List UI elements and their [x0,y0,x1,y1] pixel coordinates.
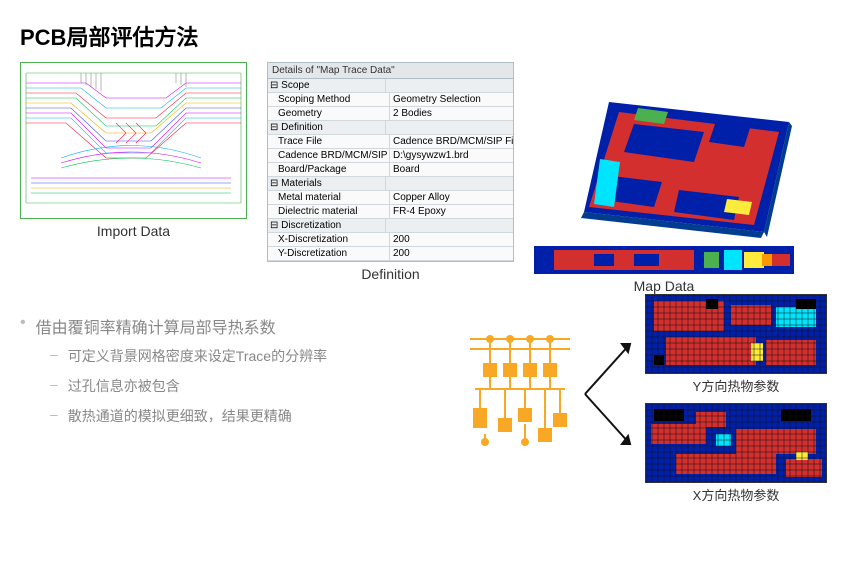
definition-caption: Definition [361,266,419,282]
pcb-layout-icon [20,62,247,219]
bullet-dash-icon: – [50,376,58,396]
bullet-sub-3: – 散热通道的模拟更细致，结果更精确 [50,406,460,426]
top-row: Import Data Details of "Map Trace Data" … [20,62,845,294]
x-direction-heatmap-icon [645,403,827,483]
bullets-block: • 借由覆铜率精确计算局部导热系数 – 可定义背景网格密度来设定Trace的分辨… [20,294,460,436]
y-direction-label: Y方向热物参数 [645,376,827,395]
import-caption: Import Data [97,223,170,239]
mapdata-figure: Map Data [534,62,794,294]
y-direction-heatmap-icon [645,294,827,374]
grid-maps: Y方向热物参数 [645,294,827,512]
bullet-dash-icon: – [50,406,58,426]
definition-table-title: Details of "Map Trace Data" [268,63,513,79]
bullet-dash-icon: – [50,346,58,366]
import-figure: Import Data [20,62,247,239]
page-title: PCB局部评估方法 [20,20,845,52]
definition-figure: Details of "Map Trace Data" ⊟ Scope Scop… [267,62,514,282]
circuit-schematic-icon [460,324,580,454]
x-direction-label: X方向热物参数 [645,485,827,504]
heatmap-strip-icon [534,246,794,274]
bullet-sub-1: – 可定义背景网格密度来设定Trace的分辨率 [50,346,460,366]
definition-table: Details of "Map Trace Data" ⊟ Scope Scop… [267,62,514,262]
pcb-3d-heatmap-icon [534,62,794,242]
bottom-row: • 借由覆铜率精确计算局部导热系数 – 可定义背景网格密度来设定Trace的分辨… [20,294,845,436]
bullet-main: • 借由覆铜率精确计算局部导热系数 [20,314,460,338]
mapdata-caption: Map Data [634,278,695,294]
bullet-main-text: 借由覆铜率精确计算局部导热系数 [36,314,276,338]
bullet-sub-2: – 过孔信息亦被包含 [50,376,460,396]
bullet-dot-icon: • [20,314,26,332]
split-arrows-icon [580,324,640,464]
